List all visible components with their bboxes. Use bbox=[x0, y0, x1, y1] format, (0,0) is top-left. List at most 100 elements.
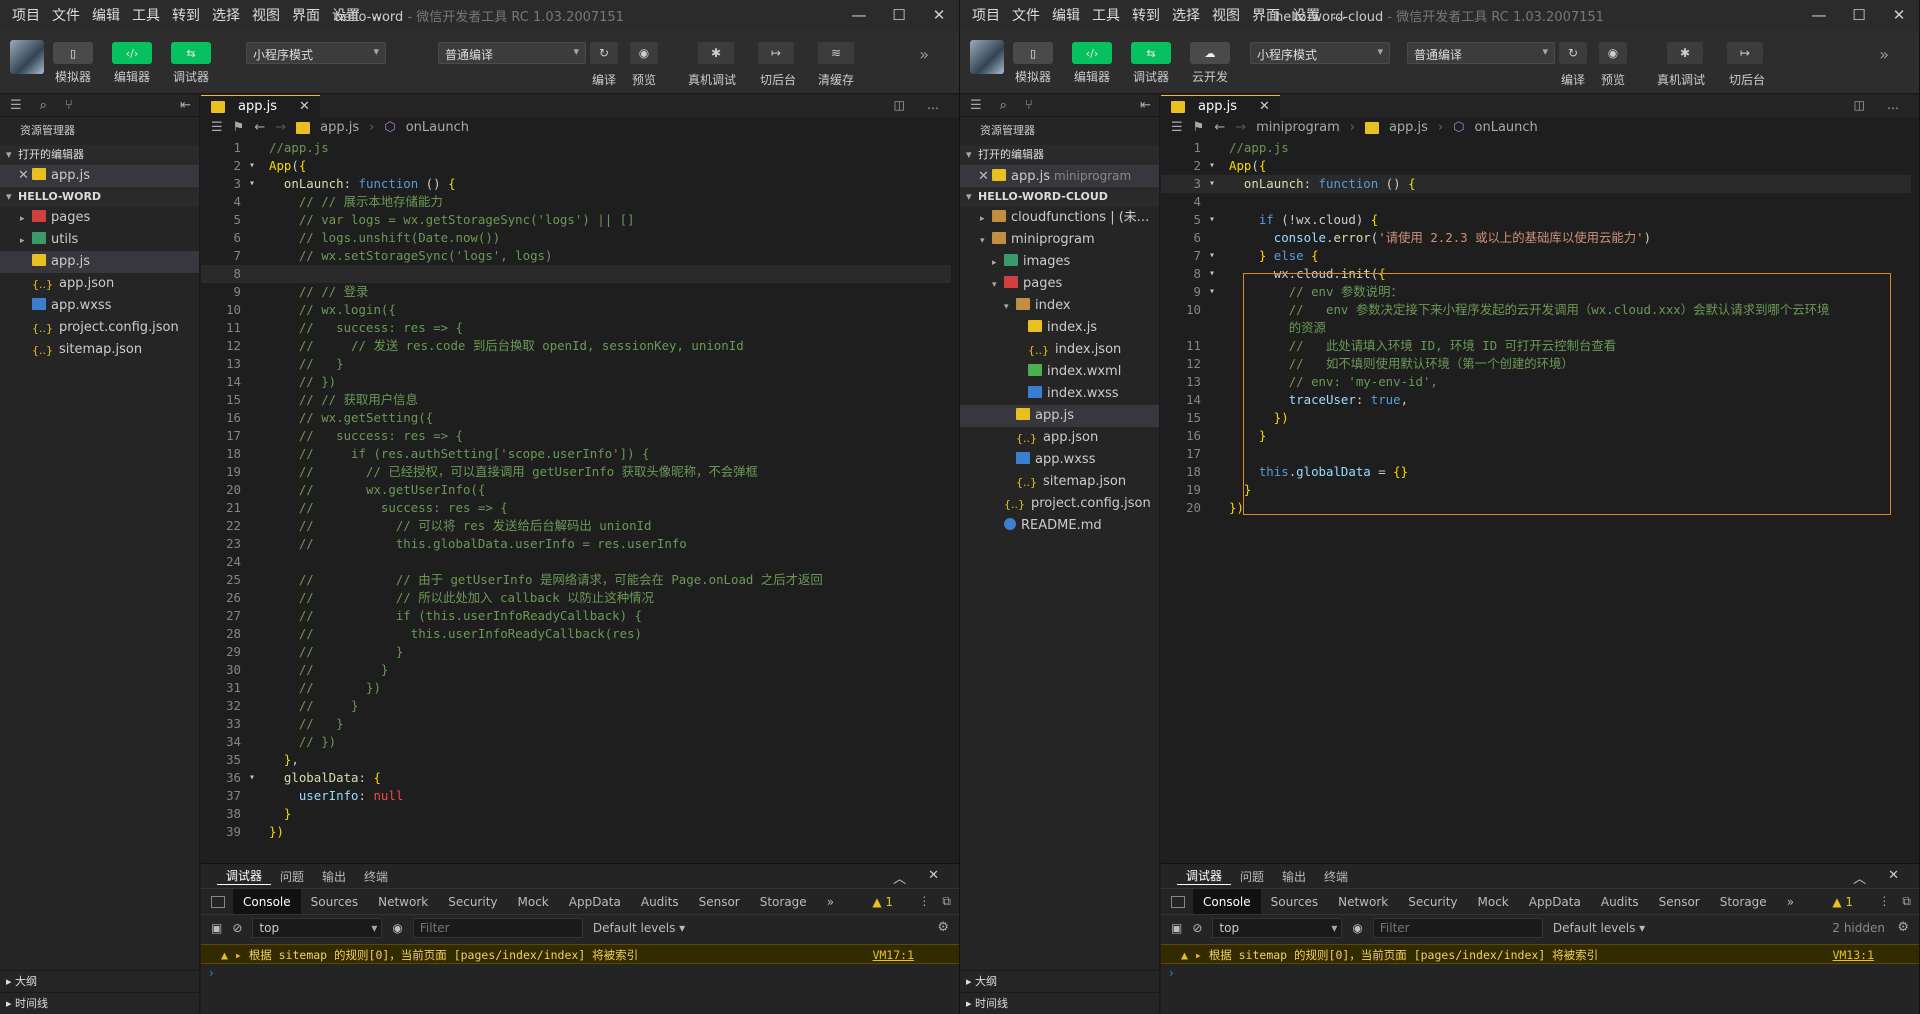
minimize-icon[interactable]: — bbox=[839, 0, 879, 30]
refresh-icon[interactable]: ↻ bbox=[590, 42, 618, 64]
menu-item[interactable]: 设置 bbox=[326, 5, 366, 25]
outline-section[interactable]: ▸ 大纲 bbox=[960, 970, 1160, 992]
devtools-panel-tab[interactable]: AppData bbox=[559, 895, 631, 909]
devtools-tab[interactable]: 问题 bbox=[1231, 868, 1273, 885]
file-tree-item[interactable]: ▾ pages bbox=[960, 273, 1159, 295]
file-tree-item[interactable]: ▸ cloudfunctions | (未... bbox=[960, 207, 1159, 229]
devtools-panel-tab[interactable]: Sources bbox=[1261, 895, 1328, 909]
menu-item[interactable]: 文件 bbox=[46, 5, 86, 25]
compile-mode-select[interactable]: 普通编译 bbox=[1407, 42, 1555, 64]
devtools-tab[interactable]: 问题 bbox=[271, 868, 313, 885]
menu-item[interactable]: 编辑 bbox=[86, 5, 126, 25]
source-link[interactable]: VM13:1 bbox=[1832, 945, 1874, 965]
branch-icon[interactable]: ⑂ bbox=[65, 98, 73, 113]
refresh-icon[interactable]: ↻ bbox=[1559, 42, 1587, 64]
devtools-panel-tab[interactable]: Storage bbox=[750, 895, 817, 909]
real-debug-label[interactable]: 真机调试 bbox=[1657, 71, 1705, 88]
file-tree-item[interactable]: app.js bbox=[0, 251, 199, 273]
file-tree-item[interactable]: {..} project.config.json bbox=[960, 493, 1159, 515]
open-editors-section[interactable]: ▾ 打开的编辑器 bbox=[960, 145, 1159, 165]
clear-cache-label[interactable]: 清缓存 bbox=[818, 71, 854, 88]
preview-label[interactable]: 预览 bbox=[1601, 71, 1625, 88]
chevron-up-icon[interactable]: ︿ bbox=[893, 868, 906, 887]
devtools-panel-tab[interactable]: Storage bbox=[1710, 895, 1777, 909]
debugger-button[interactable]: ⇆ 调试器 bbox=[166, 42, 216, 85]
breadcrumb-item[interactable]: app.js bbox=[1389, 117, 1428, 139]
breadcrumb-item[interactable]: app.js bbox=[320, 117, 359, 139]
file-tree-item[interactable]: app.wxss bbox=[0, 295, 199, 317]
project-section[interactable]: ▾ HELLO-WORD bbox=[0, 187, 199, 207]
menu-item[interactable]: … bbox=[366, 7, 392, 23]
levels-select[interactable]: Default levels ▾ bbox=[1553, 921, 1645, 935]
fold-chevron-icon[interactable]: ▾ bbox=[1209, 157, 1215, 175]
menu-item[interactable]: 界面 bbox=[1246, 5, 1286, 25]
fold-chevron-icon[interactable]: ▾ bbox=[249, 769, 255, 787]
forward-icon[interactable]: → bbox=[1235, 117, 1246, 139]
bookmark-icon[interactable]: ⚑ bbox=[1193, 117, 1205, 139]
editor-button[interactable]: ‹/› 编辑器 bbox=[1067, 42, 1117, 85]
menu-item[interactable]: 工具 bbox=[1086, 5, 1126, 25]
close-tab-icon[interactable]: ✕ bbox=[1259, 99, 1270, 114]
devtools-panel-tab[interactable]: Sensor bbox=[689, 895, 750, 909]
undock-icon[interactable]: ⧉ bbox=[1902, 894, 1911, 909]
devtools-tab[interactable]: 调试器 bbox=[217, 867, 272, 885]
settings-vertical-icon[interactable]: ⋮ bbox=[1878, 894, 1890, 909]
cloud-button[interactable]: ☁ 云开发 bbox=[1185, 42, 1235, 85]
list-icon[interactable]: ☰ bbox=[970, 98, 982, 113]
switch-icon[interactable]: ↦ bbox=[1727, 42, 1763, 64]
split-editor-icon[interactable]: ◫ bbox=[1854, 98, 1865, 112]
undock-icon[interactable]: ⧉ bbox=[942, 894, 951, 909]
search-icon[interactable]: ⌕ bbox=[40, 98, 47, 113]
close-icon[interactable]: ✕ bbox=[919, 0, 959, 30]
devtools-tab[interactable]: 调试器 bbox=[1177, 867, 1232, 885]
maximize-icon[interactable]: ☐ bbox=[1839, 0, 1879, 30]
close-panel-icon[interactable]: ✕ bbox=[928, 868, 939, 887]
compile-label[interactable]: 编译 bbox=[592, 71, 616, 88]
gear-icon[interactable]: ⚙ bbox=[937, 920, 949, 935]
breadcrumb-item[interactable]: miniprogram bbox=[1256, 117, 1340, 139]
file-tree-item[interactable]: index.wxml bbox=[960, 361, 1159, 383]
settings-vertical-icon[interactable]: ⋮ bbox=[918, 894, 930, 909]
clear-console-icon[interactable]: ⊘ bbox=[232, 921, 242, 935]
file-tree-item[interactable]: ▾ index bbox=[960, 295, 1159, 317]
eye-icon[interactable]: ◉ bbox=[392, 921, 402, 935]
collapse-icon[interactable]: ⇤ bbox=[180, 98, 191, 113]
branch-icon[interactable]: ⑂ bbox=[1025, 98, 1033, 113]
menu-item[interactable]: 工具 bbox=[126, 5, 166, 25]
file-tree-item[interactable]: app.js bbox=[960, 405, 1159, 427]
mode-select[interactable]: 小程序模式 bbox=[246, 42, 386, 64]
fold-chevron-icon[interactable]: ▾ bbox=[1209, 211, 1215, 229]
devtools-panel-tab[interactable]: Mock bbox=[1468, 895, 1519, 909]
devtools-tab[interactable]: 输出 bbox=[313, 868, 355, 885]
background-label[interactable]: 切后台 bbox=[760, 71, 796, 88]
source-link[interactable]: VM17:1 bbox=[872, 945, 914, 965]
fold-chevron-icon[interactable]: ▾ bbox=[249, 175, 255, 193]
gear-icon[interactable]: ⚙ bbox=[1897, 920, 1909, 935]
code-area[interactable]: 1//app.js 2 ▾ App({3 ▾ onLaunch: function ()… bbox=[1161, 139, 1919, 863]
breadcrumb-item[interactable]: onLaunch bbox=[406, 117, 469, 139]
devtools-panel-tab[interactable]: Mock bbox=[508, 895, 559, 909]
fold-chevron-icon[interactable]: ▾ bbox=[1209, 175, 1215, 193]
levels-select[interactable]: Default levels ▾ bbox=[593, 921, 685, 935]
mode-select[interactable]: 小程序模式 bbox=[1250, 42, 1390, 64]
real-debug-label[interactable]: 真机调试 bbox=[688, 71, 736, 88]
filter-input[interactable] bbox=[1372, 917, 1543, 938]
context-select[interactable]: top ▾ bbox=[1212, 917, 1343, 938]
tab-app-js[interactable]: app.js ✕ bbox=[1161, 95, 1280, 117]
more-chevron-icon[interactable]: » bbox=[1879, 45, 1889, 64]
bug-icon[interactable]: ✱ bbox=[1667, 42, 1703, 64]
close-icon[interactable]: ✕ bbox=[1879, 0, 1919, 30]
devtools-panel-tab[interactable]: Audits bbox=[1591, 895, 1649, 909]
devtools-panel-tab[interactable]: Network bbox=[368, 895, 438, 909]
devtools-panel-tab[interactable]: Console bbox=[233, 888, 301, 915]
devtools-panel-tab[interactable]: Audits bbox=[631, 895, 689, 909]
background-label[interactable]: 切后台 bbox=[1729, 71, 1765, 88]
menu-item[interactable]: 视图 bbox=[1206, 5, 1246, 25]
menu-item[interactable]: 项目 bbox=[966, 5, 1006, 25]
devtools-tab[interactable]: 输出 bbox=[1273, 868, 1315, 885]
sidebar-toggle-icon[interactable]: ▣ bbox=[1171, 921, 1182, 935]
warning-badge[interactable]: ▲ 1 bbox=[1832, 895, 1853, 909]
code-editor[interactable]: app.js ✕ ◫… ☰ ⚑ ← → miniprogram › app.js › ⬡ onLaunc… bbox=[1161, 95, 1919, 863]
scrollbar[interactable] bbox=[951, 139, 959, 863]
close-icon[interactable]: ✕ bbox=[18, 165, 32, 187]
